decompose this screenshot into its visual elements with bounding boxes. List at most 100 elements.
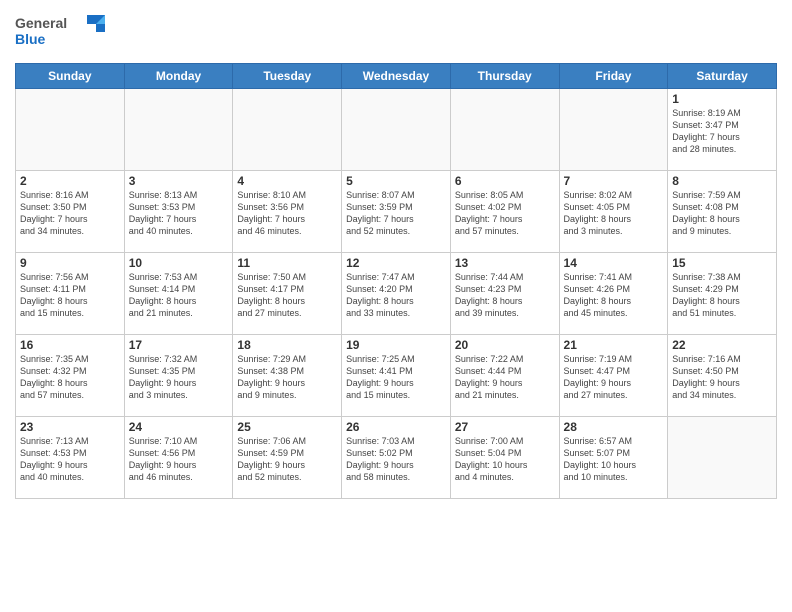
day-number: 20 bbox=[455, 338, 555, 352]
day-number: 3 bbox=[129, 174, 229, 188]
day-number: 2 bbox=[20, 174, 120, 188]
day-info: Sunrise: 8:02 AM Sunset: 4:05 PM Dayligh… bbox=[564, 189, 664, 238]
calendar-week-2: 9Sunrise: 7:56 AM Sunset: 4:11 PM Daylig… bbox=[16, 253, 777, 335]
calendar-cell: 5Sunrise: 8:07 AM Sunset: 3:59 PM Daylig… bbox=[342, 171, 451, 253]
day-number: 22 bbox=[672, 338, 772, 352]
day-number: 1 bbox=[672, 92, 772, 106]
calendar-cell bbox=[233, 89, 342, 171]
day-number: 26 bbox=[346, 420, 446, 434]
day-info: Sunrise: 8:10 AM Sunset: 3:56 PM Dayligh… bbox=[237, 189, 337, 238]
day-info: Sunrise: 7:29 AM Sunset: 4:38 PM Dayligh… bbox=[237, 353, 337, 402]
calendar-cell: 3Sunrise: 8:13 AM Sunset: 3:53 PM Daylig… bbox=[124, 171, 233, 253]
day-number: 4 bbox=[237, 174, 337, 188]
svg-text:General: General bbox=[15, 15, 67, 31]
calendar-cell: 9Sunrise: 7:56 AM Sunset: 4:11 PM Daylig… bbox=[16, 253, 125, 335]
calendar-week-0: 1Sunrise: 8:19 AM Sunset: 3:47 PM Daylig… bbox=[16, 89, 777, 171]
calendar-cell: 2Sunrise: 8:16 AM Sunset: 3:50 PM Daylig… bbox=[16, 171, 125, 253]
day-info: Sunrise: 7:16 AM Sunset: 4:50 PM Dayligh… bbox=[672, 353, 772, 402]
calendar-header-row: SundayMondayTuesdayWednesdayThursdayFrid… bbox=[16, 64, 777, 89]
calendar-header-tuesday: Tuesday bbox=[233, 64, 342, 89]
day-info: Sunrise: 7:06 AM Sunset: 4:59 PM Dayligh… bbox=[237, 435, 337, 484]
day-info: Sunrise: 7:41 AM Sunset: 4:26 PM Dayligh… bbox=[564, 271, 664, 320]
calendar-header-friday: Friday bbox=[559, 64, 668, 89]
day-info: Sunrise: 8:13 AM Sunset: 3:53 PM Dayligh… bbox=[129, 189, 229, 238]
day-info: Sunrise: 7:59 AM Sunset: 4:08 PM Dayligh… bbox=[672, 189, 772, 238]
day-number: 6 bbox=[455, 174, 555, 188]
calendar-week-4: 23Sunrise: 7:13 AM Sunset: 4:53 PM Dayli… bbox=[16, 417, 777, 499]
calendar-cell: 27Sunrise: 7:00 AM Sunset: 5:04 PM Dayli… bbox=[450, 417, 559, 499]
calendar-cell: 26Sunrise: 7:03 AM Sunset: 5:02 PM Dayli… bbox=[342, 417, 451, 499]
day-info: Sunrise: 8:07 AM Sunset: 3:59 PM Dayligh… bbox=[346, 189, 446, 238]
day-number: 11 bbox=[237, 256, 337, 270]
day-number: 28 bbox=[564, 420, 664, 434]
day-number: 24 bbox=[129, 420, 229, 434]
calendar-cell: 10Sunrise: 7:53 AM Sunset: 4:14 PM Dayli… bbox=[124, 253, 233, 335]
calendar-week-3: 16Sunrise: 7:35 AM Sunset: 4:32 PM Dayli… bbox=[16, 335, 777, 417]
calendar-cell bbox=[124, 89, 233, 171]
day-number: 18 bbox=[237, 338, 337, 352]
calendar-cell: 8Sunrise: 7:59 AM Sunset: 4:08 PM Daylig… bbox=[668, 171, 777, 253]
calendar-cell: 6Sunrise: 8:05 AM Sunset: 4:02 PM Daylig… bbox=[450, 171, 559, 253]
day-info: Sunrise: 7:44 AM Sunset: 4:23 PM Dayligh… bbox=[455, 271, 555, 320]
day-number: 5 bbox=[346, 174, 446, 188]
day-number: 25 bbox=[237, 420, 337, 434]
day-number: 21 bbox=[564, 338, 664, 352]
day-info: Sunrise: 8:19 AM Sunset: 3:47 PM Dayligh… bbox=[672, 107, 772, 156]
calendar-cell: 22Sunrise: 7:16 AM Sunset: 4:50 PM Dayli… bbox=[668, 335, 777, 417]
calendar-cell: 4Sunrise: 8:10 AM Sunset: 3:56 PM Daylig… bbox=[233, 171, 342, 253]
calendar-header-wednesday: Wednesday bbox=[342, 64, 451, 89]
day-number: 12 bbox=[346, 256, 446, 270]
day-info: Sunrise: 7:38 AM Sunset: 4:29 PM Dayligh… bbox=[672, 271, 772, 320]
calendar-cell: 11Sunrise: 7:50 AM Sunset: 4:17 PM Dayli… bbox=[233, 253, 342, 335]
day-info: Sunrise: 7:56 AM Sunset: 4:11 PM Dayligh… bbox=[20, 271, 120, 320]
calendar-cell: 1Sunrise: 8:19 AM Sunset: 3:47 PM Daylig… bbox=[668, 89, 777, 171]
day-number: 8 bbox=[672, 174, 772, 188]
day-number: 27 bbox=[455, 420, 555, 434]
calendar-cell: 28Sunrise: 6:57 AM Sunset: 5:07 PM Dayli… bbox=[559, 417, 668, 499]
calendar-week-1: 2Sunrise: 8:16 AM Sunset: 3:50 PM Daylig… bbox=[16, 171, 777, 253]
day-info: Sunrise: 7:35 AM Sunset: 4:32 PM Dayligh… bbox=[20, 353, 120, 402]
calendar-cell: 15Sunrise: 7:38 AM Sunset: 4:29 PM Dayli… bbox=[668, 253, 777, 335]
day-info: Sunrise: 7:25 AM Sunset: 4:41 PM Dayligh… bbox=[346, 353, 446, 402]
calendar-table: SundayMondayTuesdayWednesdayThursdayFrid… bbox=[15, 63, 777, 499]
logo: General Blue bbox=[15, 10, 125, 55]
logo-text: General Blue bbox=[15, 10, 125, 55]
calendar-cell: 25Sunrise: 7:06 AM Sunset: 4:59 PM Dayli… bbox=[233, 417, 342, 499]
calendar-cell: 14Sunrise: 7:41 AM Sunset: 4:26 PM Dayli… bbox=[559, 253, 668, 335]
calendar-cell: 23Sunrise: 7:13 AM Sunset: 4:53 PM Dayli… bbox=[16, 417, 125, 499]
calendar-cell: 19Sunrise: 7:25 AM Sunset: 4:41 PM Dayli… bbox=[342, 335, 451, 417]
day-number: 16 bbox=[20, 338, 120, 352]
day-info: Sunrise: 8:16 AM Sunset: 3:50 PM Dayligh… bbox=[20, 189, 120, 238]
calendar-cell: 20Sunrise: 7:22 AM Sunset: 4:44 PM Dayli… bbox=[450, 335, 559, 417]
calendar-cell bbox=[450, 89, 559, 171]
calendar-cell bbox=[559, 89, 668, 171]
header: General Blue bbox=[15, 10, 777, 55]
day-number: 19 bbox=[346, 338, 446, 352]
calendar-header-sunday: Sunday bbox=[16, 64, 125, 89]
day-number: 15 bbox=[672, 256, 772, 270]
calendar-cell bbox=[342, 89, 451, 171]
day-number: 9 bbox=[20, 256, 120, 270]
day-number: 23 bbox=[20, 420, 120, 434]
day-info: Sunrise: 7:32 AM Sunset: 4:35 PM Dayligh… bbox=[129, 353, 229, 402]
day-number: 13 bbox=[455, 256, 555, 270]
day-info: Sunrise: 7:22 AM Sunset: 4:44 PM Dayligh… bbox=[455, 353, 555, 402]
day-info: Sunrise: 8:05 AM Sunset: 4:02 PM Dayligh… bbox=[455, 189, 555, 238]
day-info: Sunrise: 6:57 AM Sunset: 5:07 PM Dayligh… bbox=[564, 435, 664, 484]
calendar-cell bbox=[16, 89, 125, 171]
day-info: Sunrise: 7:13 AM Sunset: 4:53 PM Dayligh… bbox=[20, 435, 120, 484]
calendar-cell: 12Sunrise: 7:47 AM Sunset: 4:20 PM Dayli… bbox=[342, 253, 451, 335]
calendar-cell: 18Sunrise: 7:29 AM Sunset: 4:38 PM Dayli… bbox=[233, 335, 342, 417]
day-info: Sunrise: 7:03 AM Sunset: 5:02 PM Dayligh… bbox=[346, 435, 446, 484]
day-info: Sunrise: 7:50 AM Sunset: 4:17 PM Dayligh… bbox=[237, 271, 337, 320]
calendar-cell: 13Sunrise: 7:44 AM Sunset: 4:23 PM Dayli… bbox=[450, 253, 559, 335]
calendar-cell: 7Sunrise: 8:02 AM Sunset: 4:05 PM Daylig… bbox=[559, 171, 668, 253]
day-number: 17 bbox=[129, 338, 229, 352]
calendar-cell bbox=[668, 417, 777, 499]
calendar-cell: 16Sunrise: 7:35 AM Sunset: 4:32 PM Dayli… bbox=[16, 335, 125, 417]
day-info: Sunrise: 7:47 AM Sunset: 4:20 PM Dayligh… bbox=[346, 271, 446, 320]
day-info: Sunrise: 7:53 AM Sunset: 4:14 PM Dayligh… bbox=[129, 271, 229, 320]
day-info: Sunrise: 7:19 AM Sunset: 4:47 PM Dayligh… bbox=[564, 353, 664, 402]
calendar-header-monday: Monday bbox=[124, 64, 233, 89]
day-info: Sunrise: 7:00 AM Sunset: 5:04 PM Dayligh… bbox=[455, 435, 555, 484]
